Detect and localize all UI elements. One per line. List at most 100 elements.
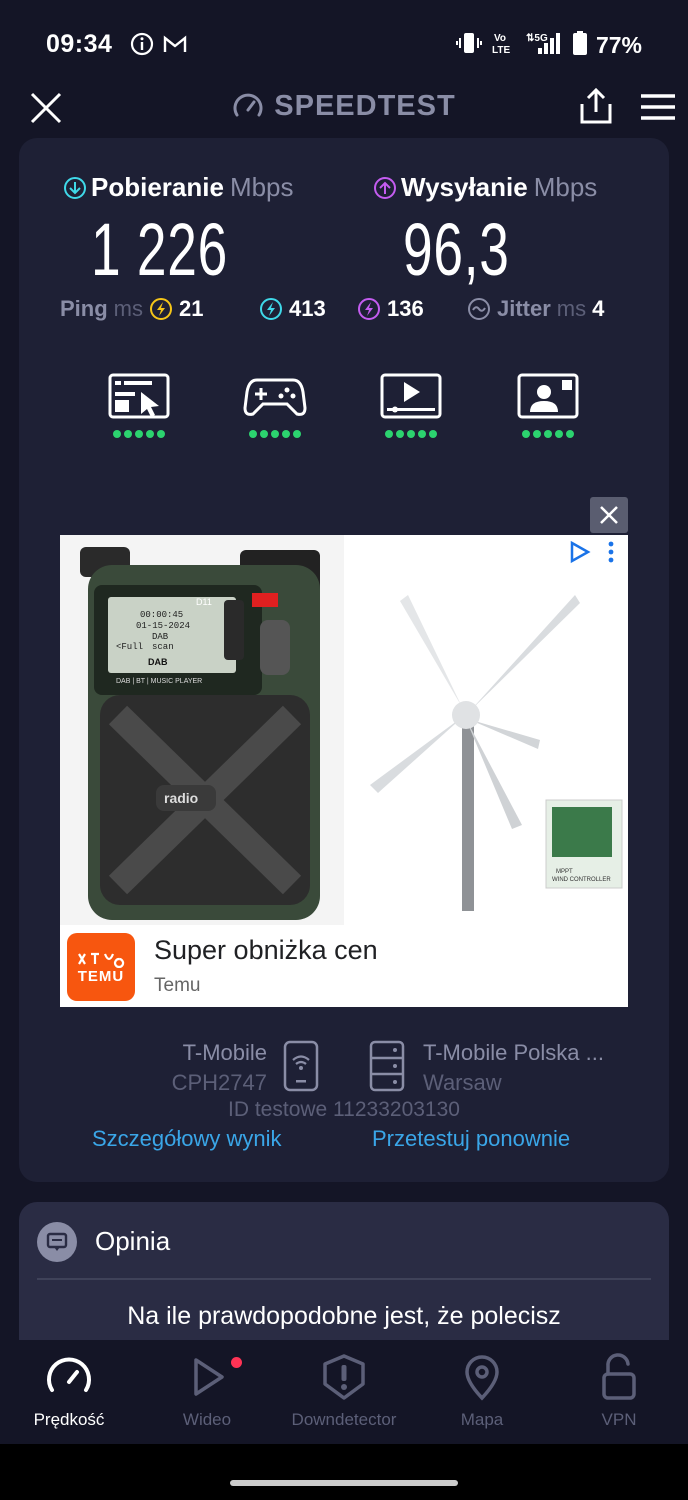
nav-item-map[interactable]: Mapa — [413, 1352, 551, 1430]
nav-item-downdetector[interactable]: Downdetector — [275, 1352, 413, 1430]
share-button[interactable] — [578, 86, 614, 126]
svg-text:WIND CONTROLLER: WIND CONTROLLER — [552, 877, 611, 883]
server-icon — [369, 1040, 405, 1092]
ping-idle-value: 21 — [179, 296, 204, 321]
video-rating[interactable] — [379, 372, 443, 438]
controller-label: MPPT — [556, 869, 573, 875]
nav-item-vpn[interactable]: VPN — [550, 1352, 688, 1430]
app-header: SPEEDTEST — [0, 80, 688, 136]
jitter-icon — [468, 298, 490, 320]
connection-info: T-Mobile CPH2747 T-Mobile Polska ... War… — [19, 1038, 669, 1098]
ping-download-icon — [260, 298, 282, 320]
speedometer-icon — [233, 93, 263, 116]
ping-upload-value: 136 — [387, 296, 424, 321]
notification-badge — [231, 1357, 242, 1368]
lock-icon — [602, 1353, 636, 1400]
ad-product-image[interactable]: D11 00:00:45 01-15-2024 DAB <Full scan D… — [60, 535, 628, 925]
rating-dots — [385, 430, 437, 438]
radio-date: 01-15-2024 — [136, 621, 190, 631]
chat-icon — [37, 1222, 77, 1262]
rating-dots — [249, 430, 301, 438]
jitter: Jitter ms 4 — [467, 296, 604, 322]
temu-glyph-icon — [78, 952, 125, 968]
ping-label: Ping — [60, 296, 108, 321]
5g-signal-icon: ⇅5G — [524, 30, 564, 61]
result-card: Pobieranie Mbps 1 226 Wysyłanie Mbps 96,… — [19, 138, 669, 1182]
rating-dots — [522, 430, 574, 438]
app-title: SPEEDTEST — [274, 90, 456, 122]
rating-dots — [113, 430, 165, 438]
feedback-title: Opinia — [95, 1226, 171, 1256]
radio-model: D11 — [196, 597, 212, 607]
nav-label: Downdetector — [291, 1410, 397, 1429]
video-call-rating[interactable] — [516, 372, 580, 438]
wifi-phone-icon — [283, 1040, 319, 1092]
bottom-navigation: Prędkość Wideo Downdetector Mapa VPN — [0, 1340, 688, 1444]
detailed-result-link[interactable]: Szczegółowy wynik — [92, 1126, 282, 1152]
upload-value: 96,3 — [403, 208, 510, 291]
speedometer-icon — [47, 1357, 91, 1392]
jitter-unit: ms — [556, 296, 587, 321]
gmail-icon — [162, 32, 188, 61]
nav-label: Wideo — [182, 1410, 232, 1429]
gaming-rating[interactable] — [243, 372, 307, 438]
nav-label: Prędkość — [33, 1410, 105, 1429]
system-gesture-area — [0, 1444, 688, 1500]
info-icon — [130, 32, 154, 61]
video-call-icon — [517, 373, 579, 419]
nav-item-speed[interactable]: Prędkość — [0, 1352, 138, 1430]
video-icon — [380, 373, 442, 419]
feedback-card: Opinia Na ile prawdopodobne jest, że pol… — [19, 1202, 669, 1340]
gamepad-icon — [243, 378, 307, 416]
upload-label: Wysyłanie — [401, 172, 528, 202]
radio-speaker-label: radio — [164, 790, 198, 806]
latency-row: Ping ms 21 413 136 Jitter ms 4 — [19, 296, 669, 328]
download-unit: Mbps — [229, 172, 294, 202]
vibrate-icon — [455, 30, 482, 61]
download-arrow-icon — [64, 176, 86, 199]
nav-item-video[interactable]: Wideo — [138, 1352, 276, 1430]
nav-label: VPN — [601, 1410, 637, 1429]
download-metric: Pobieranie Mbps 1 226 — [63, 172, 294, 292]
home-gesture-bar[interactable] — [230, 1480, 458, 1486]
advertisement[interactable]: D11 00:00:45 01-15-2024 DAB <Full scan D… — [60, 535, 628, 1007]
menu-icon — [641, 94, 675, 120]
upload-unit: Mbps — [533, 172, 598, 202]
map-pin-icon — [465, 1355, 499, 1401]
jitter-value: 4 — [592, 296, 605, 321]
device-model: CPH2747 — [171, 1070, 267, 1095]
radio-time: 00:00:45 — [140, 610, 183, 620]
radio-band: DAB — [152, 632, 169, 642]
svg-text:LTE: LTE — [492, 45, 510, 56]
ping-upload: 136 — [357, 296, 424, 322]
status-bar: 09:34 Vo LTE ⇅5G 77% — [0, 0, 688, 88]
radio-caption: DAB | BT | MUSIC PLAYER — [116, 678, 202, 685]
radio-footer: DAB — [148, 657, 168, 667]
ping-idle-icon — [150, 298, 172, 320]
temu-logo[interactable]: TEMU — [67, 933, 135, 1001]
menu-button[interactable] — [638, 92, 678, 122]
temu-logo-text: TEMU — [77, 967, 125, 985]
ping-unit: ms — [113, 296, 143, 321]
play-icon — [194, 1358, 224, 1396]
server-name[interactable]: T-Mobile Polska ... — [423, 1040, 604, 1066]
ping-download: 413 — [259, 296, 326, 322]
alert-icon — [323, 1354, 365, 1400]
provider-name: T-Mobile — [182, 1040, 267, 1065]
retest-link[interactable]: Przetestuj ponownie — [372, 1126, 570, 1152]
status-system-icons: Vo LTE ⇅5G 77% — [455, 30, 642, 61]
browser-icon — [108, 373, 170, 419]
ad-title[interactable]: Super obniżka cen — [154, 935, 378, 966]
download-value: 1 226 — [91, 208, 228, 291]
experience-ratings — [19, 372, 669, 442]
status-notification-icons — [130, 32, 188, 61]
share-icon — [580, 87, 612, 124]
browsing-rating[interactable] — [107, 372, 171, 438]
status-time: 09:34 — [46, 30, 113, 58]
ad-advertiser[interactable]: Temu — [154, 975, 200, 997]
close-icon — [600, 506, 618, 524]
ad-close-button[interactable] — [590, 497, 628, 533]
battery-level: 77% — [595, 32, 642, 58]
divider — [37, 1278, 651, 1280]
ping-idle: Ping ms 21 — [60, 296, 203, 322]
